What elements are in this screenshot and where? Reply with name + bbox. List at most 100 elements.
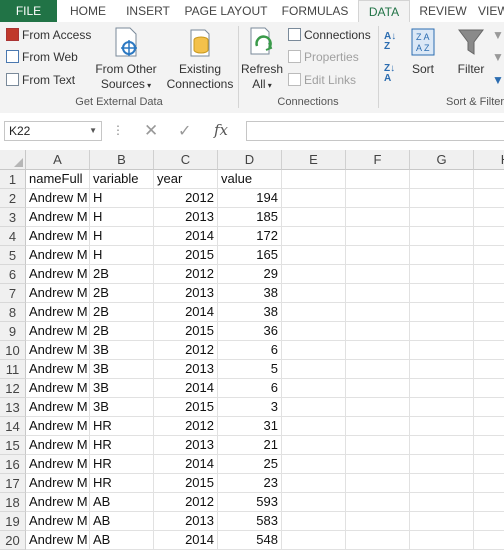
formula-input[interactable]	[246, 121, 504, 141]
cell-a17[interactable]: Andrew M	[26, 474, 90, 493]
cell-f16[interactable]	[346, 455, 410, 474]
row-header[interactable]: 3	[0, 208, 26, 227]
cell-d9[interactable]: 36	[218, 322, 282, 341]
row-header[interactable]: 6	[0, 265, 26, 284]
cell-g9[interactable]	[410, 322, 474, 341]
cell-c20[interactable]: 2014	[154, 531, 218, 550]
cell-f7[interactable]	[346, 284, 410, 303]
cell-h10[interactable]	[474, 341, 504, 360]
cell-g7[interactable]	[410, 284, 474, 303]
cell-b7[interactable]: 2B	[90, 284, 154, 303]
cell-g10[interactable]	[410, 341, 474, 360]
advanced-filter-icon[interactable]: ▼	[492, 73, 504, 87]
cell-c18[interactable]: 2012	[154, 493, 218, 512]
cell-e19[interactable]	[282, 512, 346, 531]
row-header[interactable]: 8	[0, 303, 26, 322]
cell-h13[interactable]	[474, 398, 504, 417]
cell-c7[interactable]: 2013	[154, 284, 218, 303]
cell-a3[interactable]: Andrew M	[26, 208, 90, 227]
cell-a19[interactable]: Andrew M	[26, 512, 90, 531]
cell-g1[interactable]	[410, 170, 474, 189]
sort-button[interactable]: Z A A Z Sort	[404, 26, 442, 77]
cell-b2[interactable]: H	[90, 189, 154, 208]
cell-g18[interactable]	[410, 493, 474, 512]
cell-f1[interactable]	[346, 170, 410, 189]
cell-f13[interactable]	[346, 398, 410, 417]
cell-c15[interactable]: 2013	[154, 436, 218, 455]
cell-b18[interactable]: AB	[90, 493, 154, 512]
cell-a13[interactable]: Andrew M	[26, 398, 90, 417]
select-all-corner[interactable]	[0, 150, 26, 170]
cell-h19[interactable]	[474, 512, 504, 531]
cell-e17[interactable]	[282, 474, 346, 493]
row-header[interactable]: 11	[0, 360, 26, 379]
column-header-a[interactable]: A	[26, 150, 90, 170]
cell-e20[interactable]	[282, 531, 346, 550]
row-header[interactable]: 15	[0, 436, 26, 455]
cell-e13[interactable]	[282, 398, 346, 417]
cell-f20[interactable]	[346, 531, 410, 550]
cell-c8[interactable]: 2014	[154, 303, 218, 322]
cell-h1[interactable]	[474, 170, 504, 189]
cell-b15[interactable]: HR	[90, 436, 154, 455]
cell-d1[interactable]: value	[218, 170, 282, 189]
cell-g11[interactable]	[410, 360, 474, 379]
row-header[interactable]: 20	[0, 531, 26, 550]
cell-d7[interactable]: 38	[218, 284, 282, 303]
cell-b16[interactable]: HR	[90, 455, 154, 474]
cell-h6[interactable]	[474, 265, 504, 284]
cell-h20[interactable]	[474, 531, 504, 550]
cell-f14[interactable]	[346, 417, 410, 436]
cell-h18[interactable]	[474, 493, 504, 512]
cell-d16[interactable]: 25	[218, 455, 282, 474]
cell-c10[interactable]: 2012	[154, 341, 218, 360]
cell-a10[interactable]: Andrew M	[26, 341, 90, 360]
cell-a1[interactable]: nameFull	[26, 170, 90, 189]
filter-button[interactable]: Filter	[452, 26, 490, 77]
cell-c9[interactable]: 2015	[154, 322, 218, 341]
column-header-e[interactable]: E	[282, 150, 346, 170]
column-header-d[interactable]: D	[218, 150, 282, 170]
cell-g2[interactable]	[410, 189, 474, 208]
cell-f11[interactable]	[346, 360, 410, 379]
cell-d14[interactable]: 31	[218, 417, 282, 436]
cell-f12[interactable]	[346, 379, 410, 398]
connections-button[interactable]: Connections	[288, 28, 371, 42]
cell-c11[interactable]: 2013	[154, 360, 218, 379]
cell-e5[interactable]	[282, 246, 346, 265]
cell-a7[interactable]: Andrew M	[26, 284, 90, 303]
cancel-icon[interactable]: ✕	[144, 121, 158, 141]
cell-d13[interactable]: 3	[218, 398, 282, 417]
tab-page-layout[interactable]: PAGE LAYOUT	[182, 0, 270, 22]
cell-b17[interactable]: HR	[90, 474, 154, 493]
cell-e15[interactable]	[282, 436, 346, 455]
row-header[interactable]: 19	[0, 512, 26, 531]
row-header[interactable]: 12	[0, 379, 26, 398]
cell-c1[interactable]: year	[154, 170, 218, 189]
cell-e10[interactable]	[282, 341, 346, 360]
cell-f5[interactable]	[346, 246, 410, 265]
cell-d15[interactable]: 21	[218, 436, 282, 455]
row-header[interactable]: 9	[0, 322, 26, 341]
cell-c19[interactable]: 2013	[154, 512, 218, 531]
cell-g13[interactable]	[410, 398, 474, 417]
cell-e3[interactable]	[282, 208, 346, 227]
cell-f8[interactable]	[346, 303, 410, 322]
cell-h11[interactable]	[474, 360, 504, 379]
cell-f17[interactable]	[346, 474, 410, 493]
from-other-sources-button[interactable]: From Other Sources ▾	[94, 26, 158, 93]
column-header-b[interactable]: B	[90, 150, 154, 170]
cell-g19[interactable]	[410, 512, 474, 531]
cell-a20[interactable]: Andrew M	[26, 531, 90, 550]
cell-e11[interactable]	[282, 360, 346, 379]
cell-a12[interactable]: Andrew M	[26, 379, 90, 398]
column-header-h[interactable]: H	[474, 150, 504, 170]
cell-a6[interactable]: Andrew M	[26, 265, 90, 284]
tab-file[interactable]: FILE	[0, 0, 57, 22]
cell-d17[interactable]: 23	[218, 474, 282, 493]
drag-handle-icon[interactable]: ⋮	[112, 123, 124, 137]
row-header[interactable]: 1	[0, 170, 26, 189]
cell-f3[interactable]	[346, 208, 410, 227]
name-box[interactable]: K22 ▼	[4, 121, 102, 141]
cell-c4[interactable]: 2014	[154, 227, 218, 246]
